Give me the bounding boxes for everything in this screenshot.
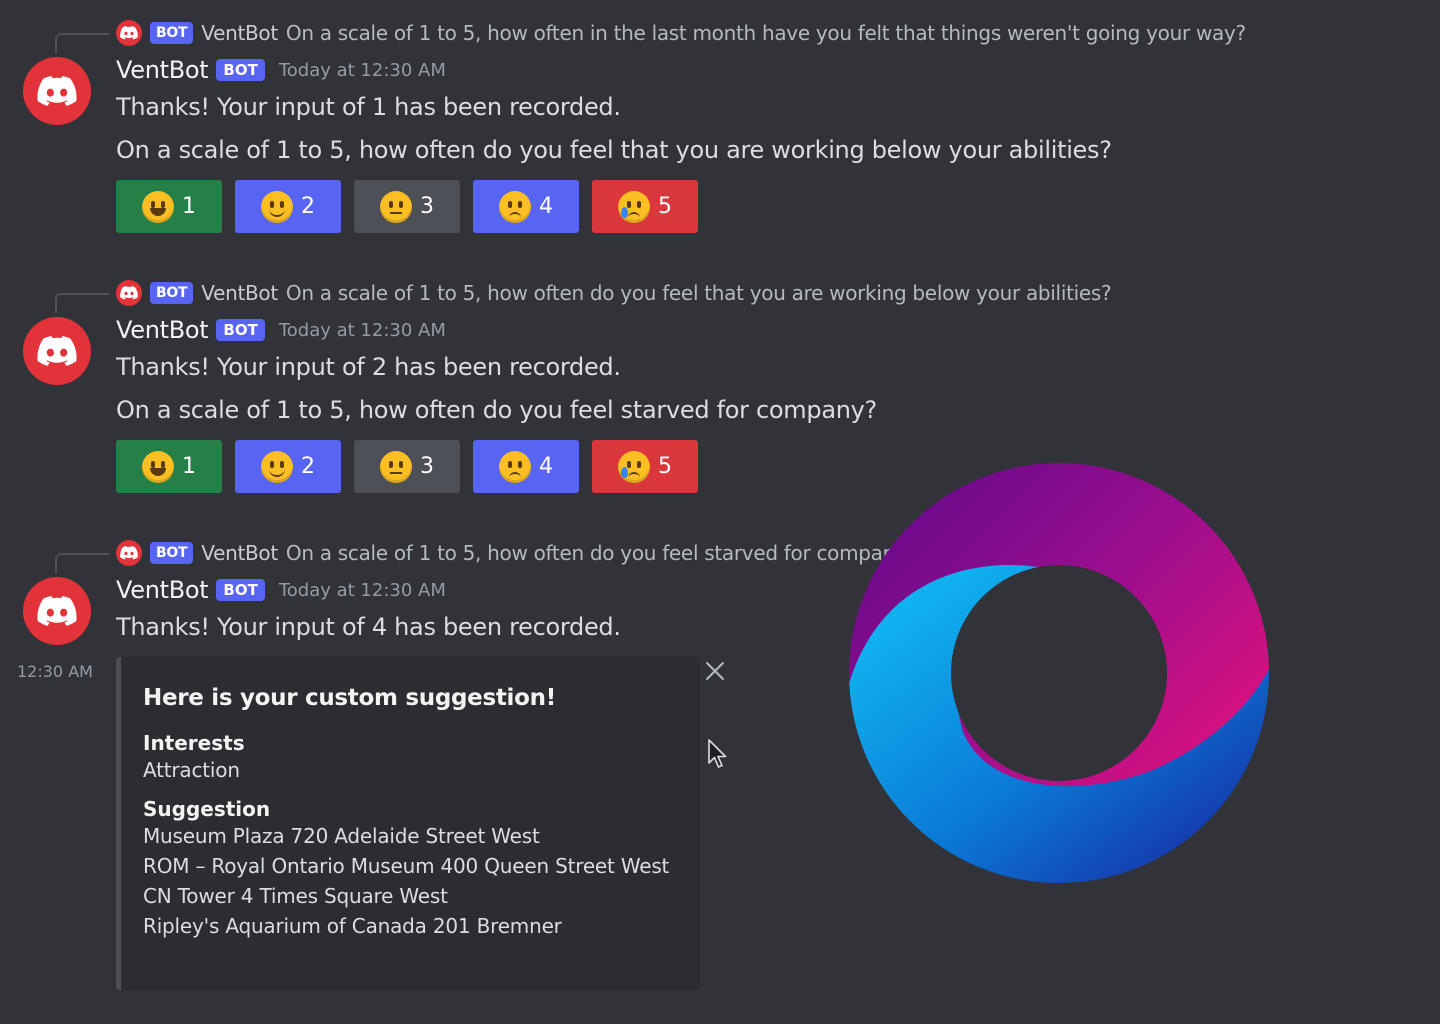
suggestion-embed: Here is your custom suggestion! Interest…	[116, 657, 700, 990]
close-icon[interactable]	[704, 660, 726, 682]
reply-username[interactable]: VentBot	[201, 541, 278, 565]
message-header: VentBot BOT Today at 12:30 AM	[116, 56, 446, 84]
rating-button-5[interactable]: 5	[592, 180, 698, 233]
rating-button-4[interactable]: 4	[473, 440, 579, 493]
message-text: Thanks! Your input of 1 has been recorde…	[116, 93, 621, 121]
reply-username[interactable]: VentBot	[201, 281, 278, 305]
grinning-face-icon	[142, 450, 174, 483]
username[interactable]: VentBot	[116, 56, 209, 84]
message-text: Thanks! Your input of 4 has been recorde…	[116, 613, 621, 641]
rating-button-1[interactable]: 1	[116, 180, 222, 233]
timestamp: Today at 12:30 AM	[278, 319, 446, 341]
rating-buttons: 1 2 3 4 5	[116, 180, 698, 233]
reply-text[interactable]: On a scale of 1 to 5, how often do you f…	[286, 281, 1112, 305]
rating-button-5[interactable]: 5	[592, 440, 698, 493]
message-header: VentBot BOT Today at 12:30 AM	[116, 576, 446, 604]
slightly-smiling-face-icon	[261, 190, 293, 223]
suggestion-item: Museum Plaza 720 Adelaide Street West	[143, 824, 540, 848]
avatar[interactable]	[23, 317, 91, 385]
discord-logo-icon	[120, 286, 138, 300]
rating-button-3[interactable]: 3	[354, 180, 460, 233]
slightly-smiling-face-icon	[261, 450, 293, 483]
field-label-interests: Interests	[143, 731, 245, 755]
embed-title: Here is your custom suggestion!	[143, 685, 556, 711]
reply-preview[interactable]: BOT VentBot On a scale of 1 to 5, how of…	[116, 540, 891, 566]
username[interactable]: VentBot	[116, 316, 209, 344]
bot-tag: BOT	[216, 579, 265, 601]
message-text: On a scale of 1 to 5, how often do you f…	[116, 396, 877, 424]
rating-button-2[interactable]: 2	[235, 180, 341, 233]
discord-logo-icon	[37, 595, 77, 626]
reply-preview[interactable]: BOT VentBot On a scale of 1 to 5, how of…	[116, 20, 1246, 46]
rating-button-4[interactable]: 4	[473, 180, 579, 233]
discord-logo-icon	[120, 546, 138, 560]
loading-ring-icon	[848, 462, 1270, 884]
reply-preview[interactable]: BOT VentBot On a scale of 1 to 5, how of…	[116, 280, 1112, 306]
avatar[interactable]	[23, 577, 91, 645]
mouse-pointer-icon	[708, 739, 727, 768]
rating-button-1[interactable]: 1	[116, 440, 222, 493]
neutral-face-icon	[380, 450, 412, 483]
side-timestamp: 12:30 AM	[17, 662, 93, 681]
frowning-face-icon	[499, 450, 531, 483]
field-value-interests: Attraction	[143, 758, 240, 782]
grinning-face-icon	[142, 190, 174, 223]
mini-avatar	[116, 280, 142, 306]
suggestion-item: CN Tower 4 Times Square West	[143, 884, 448, 908]
suggestion-item: ROM – Royal Ontario Museum 400 Queen Str…	[143, 854, 670, 878]
message-text: Thanks! Your input of 2 has been recorde…	[116, 353, 621, 381]
rating-button-2[interactable]: 2	[235, 440, 341, 493]
rating-buttons: 1 2 3 4 5	[116, 440, 698, 493]
bot-tag: BOT	[150, 22, 194, 44]
message-header: VentBot BOT Today at 12:30 AM	[116, 316, 446, 344]
mini-avatar	[116, 540, 142, 566]
reply-connector	[55, 293, 109, 313]
crying-face-icon	[618, 450, 650, 483]
discord-logo-icon	[37, 75, 77, 106]
bot-tag: BOT	[216, 319, 265, 341]
bot-tag: BOT	[150, 282, 194, 304]
reply-username[interactable]: VentBot	[201, 21, 278, 45]
reply-connector	[55, 33, 109, 53]
reply-text[interactable]: On a scale of 1 to 5, how often do you f…	[286, 541, 891, 565]
neutral-face-icon	[380, 190, 412, 223]
reply-connector	[55, 553, 109, 573]
discord-logo-icon	[120, 26, 138, 40]
username[interactable]: VentBot	[116, 576, 209, 604]
reply-text[interactable]: On a scale of 1 to 5, how often in the l…	[286, 21, 1246, 45]
crying-face-icon	[618, 190, 650, 223]
mini-avatar	[116, 20, 142, 46]
rating-button-3[interactable]: 3	[354, 440, 460, 493]
timestamp: Today at 12:30 AM	[278, 579, 446, 601]
field-label-suggestion: Suggestion	[143, 797, 271, 821]
timestamp: Today at 12:30 AM	[278, 59, 446, 81]
avatar[interactable]	[23, 57, 91, 125]
suggestion-item: Ripley's Aquarium of Canada 201 Bremner	[143, 914, 562, 938]
bot-tag: BOT	[216, 59, 265, 81]
message-text: On a scale of 1 to 5, how often do you f…	[116, 136, 1112, 164]
frowning-face-icon	[499, 190, 531, 223]
bot-tag: BOT	[150, 542, 194, 564]
discord-logo-icon	[37, 335, 77, 366]
